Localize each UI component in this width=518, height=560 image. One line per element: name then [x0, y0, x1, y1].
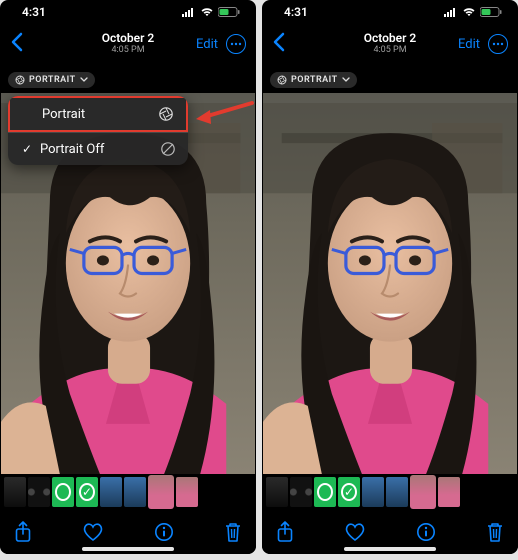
- thumbnail-strip[interactable]: ✓: [0, 474, 256, 510]
- thumbnail[interactable]: [100, 477, 122, 507]
- share-button[interactable]: [276, 521, 294, 543]
- photo-area: Portrait ✓ Portrait Off: [0, 93, 256, 474]
- status-icons: [444, 7, 502, 17]
- thumbnail[interactable]: ✓: [76, 477, 98, 507]
- edit-button[interactable]: Edit: [196, 37, 218, 52]
- portrait-mode-badge[interactable]: PORTRAIT: [270, 72, 357, 88]
- photo-area: [262, 93, 518, 474]
- heart-icon: [344, 522, 366, 542]
- wifi-icon: [200, 7, 214, 17]
- favorite-button[interactable]: [82, 522, 104, 542]
- photo-illustration: [263, 93, 517, 474]
- photo[interactable]: [263, 93, 517, 474]
- badge-row: PORTRAIT: [0, 64, 256, 93]
- more-button[interactable]: [226, 34, 246, 54]
- thumbnail[interactable]: [52, 477, 74, 507]
- thumbnail[interactable]: [386, 477, 408, 507]
- aperture-icon: [15, 75, 25, 85]
- thumbnail[interactable]: [28, 477, 50, 507]
- status-bar: 4:31: [262, 0, 518, 24]
- delete-button[interactable]: [486, 521, 504, 543]
- badge-row: PORTRAIT: [262, 64, 518, 93]
- back-button[interactable]: [10, 32, 24, 52]
- checkmark-icon: ✓: [20, 142, 34, 156]
- thumbnail[interactable]: [314, 477, 336, 507]
- portrait-menu-item-portrait-off[interactable]: ✓ Portrait Off: [8, 133, 188, 165]
- thumbnail[interactable]: [4, 477, 26, 507]
- ellipsis-icon: [492, 42, 504, 46]
- delete-button[interactable]: [224, 521, 242, 543]
- status-icons: [182, 7, 240, 17]
- signal-icon: [444, 7, 458, 17]
- portrait-badge-label: PORTRAIT: [291, 75, 338, 85]
- share-icon: [14, 521, 32, 543]
- edit-button[interactable]: Edit: [458, 37, 480, 52]
- portrait-menu: Portrait ✓ Portrait Off: [8, 96, 188, 165]
- home-indicator[interactable]: [82, 547, 174, 551]
- share-icon: [276, 521, 294, 543]
- thumbnail[interactable]: [266, 477, 288, 507]
- back-button[interactable]: [272, 32, 286, 52]
- portrait-badge-label: PORTRAIT: [29, 75, 76, 85]
- info-button[interactable]: [154, 522, 174, 542]
- battery-icon: [480, 7, 502, 17]
- info-button[interactable]: [416, 522, 436, 542]
- phone-right: 4:31 October 2 4:05 PM Edit PORTRAIT: [262, 0, 518, 554]
- thumbnail[interactable]: [176, 477, 198, 507]
- signal-icon: [182, 7, 196, 17]
- info-icon: [154, 522, 174, 542]
- thumbnail-current[interactable]: [148, 475, 174, 509]
- phone-left: 4:31 October 2 4:05 PM Edit PORTRAIT: [0, 0, 256, 554]
- thumbnail[interactable]: [362, 477, 384, 507]
- thumbnail-current[interactable]: [410, 475, 436, 509]
- portrait-menu-item-portrait[interactable]: Portrait: [8, 96, 188, 132]
- battery-icon: [218, 7, 240, 17]
- menu-item-label: Portrait: [42, 107, 85, 122]
- thumbnail[interactable]: [438, 477, 460, 507]
- aperture-icon: [277, 75, 287, 85]
- nav-header: October 2 4:05 PM Edit: [262, 24, 518, 64]
- thumbnail[interactable]: [290, 477, 312, 507]
- portrait-mode-badge[interactable]: PORTRAIT: [8, 72, 95, 88]
- favorite-button[interactable]: [344, 522, 366, 542]
- nav-header: October 2 4:05 PM Edit: [0, 24, 256, 64]
- thumbnail[interactable]: ✓: [338, 477, 360, 507]
- menu-item-label: Portrait Off: [40, 142, 104, 157]
- ellipsis-icon: [230, 42, 242, 46]
- aperture-icon: [158, 106, 174, 122]
- wifi-icon: [462, 7, 476, 17]
- aperture-off-icon: [160, 141, 176, 157]
- home-indicator[interactable]: [344, 547, 436, 551]
- more-button[interactable]: [488, 34, 508, 54]
- info-icon: [416, 522, 436, 542]
- status-bar: 4:31: [0, 0, 256, 24]
- heart-icon: [82, 522, 104, 542]
- trash-icon: [224, 521, 242, 543]
- chevron-down-icon: [342, 77, 350, 83]
- thumbnail-strip[interactable]: ✓: [262, 474, 518, 510]
- chevron-down-icon: [80, 77, 88, 83]
- thumbnail[interactable]: [124, 477, 146, 507]
- trash-icon: [486, 521, 504, 543]
- status-time: 4:31: [284, 5, 308, 19]
- share-button[interactable]: [14, 521, 32, 543]
- status-time: 4:31: [22, 5, 46, 19]
